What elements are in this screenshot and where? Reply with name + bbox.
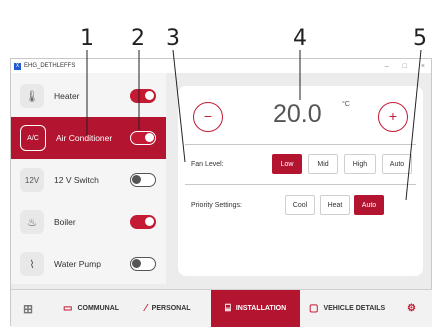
fan-high-button[interactable]: High [344, 154, 376, 174]
12v-switch-toggle[interactable] [130, 173, 156, 187]
device-label: Air Conditioner [56, 133, 113, 143]
boiler-toggle[interactable] [130, 215, 156, 229]
device-item-12v-switch[interactable]: 12V 12 V Switch [11, 159, 166, 201]
maximize-button[interactable]: □ [403, 63, 407, 70]
nav-label: PERSONAL [151, 305, 191, 312]
heater-toggle[interactable] [130, 89, 156, 103]
personal-icon: ⁄ [145, 303, 147, 314]
nav-label: COMMUNAL [77, 305, 120, 312]
water-pump-icon: ⌇ [20, 252, 44, 276]
device-item-air-conditioner[interactable]: A/C Air Conditioner [11, 117, 166, 159]
increase-temperature-button[interactable]: + [378, 102, 408, 132]
device-label: Boiler [54, 217, 76, 227]
callout-3: 3 [166, 26, 180, 51]
decrease-temperature-button[interactable]: − [193, 102, 223, 132]
device-list: 🌡 Heater A/C Air Conditioner 12V 12 V Sw… [11, 73, 166, 284]
divider [185, 184, 416, 185]
callout-5: 5 [413, 26, 427, 51]
flame-icon: ♨ [20, 210, 44, 234]
device-item-boiler[interactable]: ♨ Boiler [11, 201, 166, 243]
priority-cool-button[interactable]: Cool [285, 195, 315, 215]
app-window: X EHG_DETHLEFFS – □ × 🌡 Heater A/C Air C… [10, 58, 432, 327]
bottom-navigation: ⊞ ▭ COMMUNAL ⁄ PERSONAL ⌸ INSTALLATION ▢… [11, 289, 432, 327]
priority-settings-label: Priority Settings: [191, 202, 242, 209]
device-label: Heater [54, 91, 80, 101]
temperature-control: − 20.0 °C + [178, 86, 423, 156]
vehicle-icon: ▢ [309, 303, 319, 314]
device-item-water-pump[interactable]: ⌇ Water Pump [11, 243, 166, 285]
priority-auto-button[interactable]: Auto [354, 195, 384, 215]
nav-label: VEHICLE DETAILS [323, 305, 386, 312]
nav-vehicle-details[interactable]: ▢ VEHICLE DETAILS [309, 290, 401, 327]
nav-label: INSTALLATION [235, 305, 287, 312]
callout-2: 2 [131, 26, 145, 51]
communal-icon: ▭ [63, 303, 73, 314]
fan-auto-button[interactable]: Auto [382, 154, 412, 174]
nav-installation[interactable]: ⌸ INSTALLATION [211, 290, 300, 327]
home-grid-button[interactable]: ⊞ [23, 290, 43, 327]
climate-control-panel: − 20.0 °C + Fan Level: Low Mid High Auto… [178, 86, 423, 276]
device-label: Water Pump [54, 259, 101, 269]
installation-icon: ⌸ [224, 303, 231, 314]
thermometer-icon: 🌡 [20, 84, 44, 108]
nav-communal[interactable]: ▭ COMMUNAL [63, 290, 143, 327]
app-logo-icon: X [14, 62, 21, 70]
fan-level-label: Fan Level: [191, 161, 224, 168]
device-item-heater[interactable]: 🌡 Heater [11, 75, 166, 117]
water-pump-toggle[interactable] [130, 257, 156, 271]
minimize-button[interactable]: – [385, 63, 389, 70]
grid-icon: ⊞ [23, 301, 34, 316]
fan-mid-button[interactable]: Mid [308, 154, 338, 174]
temperature-value: 20.0 [273, 100, 322, 128]
air-conditioner-toggle[interactable] [130, 131, 156, 145]
fan-low-button[interactable]: Low [272, 154, 302, 174]
temperature-unit: °C [342, 101, 350, 108]
nav-personal[interactable]: ⁄ PERSONAL [145, 290, 211, 327]
title-bar: X EHG_DETHLEFFS – □ × [11, 59, 431, 73]
callout-1: 1 [80, 26, 94, 51]
priority-heat-button[interactable]: Heat [320, 195, 350, 215]
gear-icon: ⚙ [407, 303, 416, 314]
ac-icon: A/C [20, 125, 46, 151]
12v-icon: 12V [20, 168, 44, 192]
close-button[interactable]: × [421, 63, 425, 70]
callout-4: 4 [293, 26, 307, 51]
window-title: EHG_DETHLEFFS [24, 63, 76, 69]
settings-button[interactable]: ⚙ [407, 290, 423, 327]
device-label: 12 V Switch [54, 175, 99, 185]
divider [185, 144, 416, 145]
